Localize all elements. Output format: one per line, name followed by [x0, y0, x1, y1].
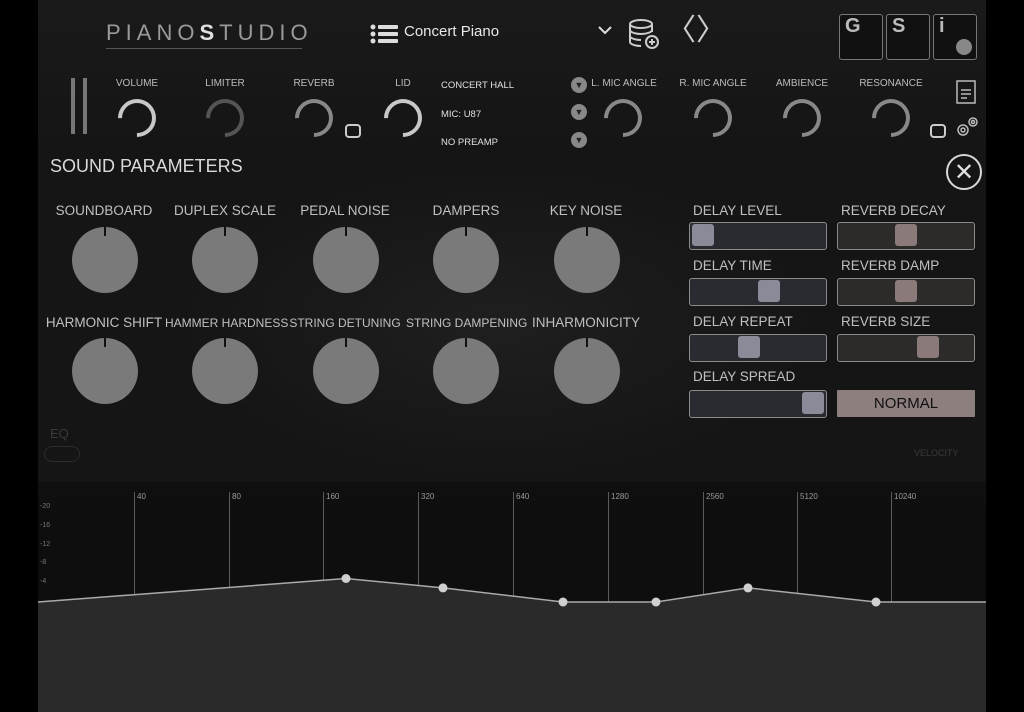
string-detuning-knob[interactable] [313, 338, 379, 404]
slider-thumb[interactable] [802, 392, 824, 414]
hammer-hardness-knob[interactable] [192, 338, 258, 404]
eq-curve-svg[interactable] [38, 482, 986, 712]
key-noise-knob[interactable] [554, 227, 620, 293]
notes-icon[interactable] [956, 80, 976, 109]
reverb-decay-slider[interactable] [837, 222, 975, 250]
logo-underline [106, 48, 302, 49]
reverb-size-slider[interactable] [837, 334, 975, 362]
settings-badge-icon [956, 39, 972, 55]
mic-selector[interactable]: MIC: U87 [441, 109, 481, 120]
pedal-noise-label: PEDAL NOISE [300, 203, 390, 218]
l-mic-angle-label: L. MIC ANGLE [591, 78, 657, 89]
eq-band-node[interactable] [743, 583, 753, 593]
eq-band-node[interactable] [871, 597, 881, 607]
dampers-label: DAMPERS [432, 203, 500, 218]
harmonic-shift-label: HARMONIC SHIFT [45, 315, 163, 330]
eq-graph[interactable]: 40 80 160 320 640 1280 2560 5120 10240 -20 -16 -12-… [38, 482, 986, 712]
delay-spread-label: DELAY SPREAD [693, 369, 796, 384]
harmonic-shift-knob[interactable] [72, 338, 138, 404]
key-noise-label: KEY NOISE [549, 203, 623, 218]
delay-repeat-slider[interactable] [689, 334, 827, 362]
level-meter-left [71, 78, 75, 134]
volume-label: VOLUME [115, 78, 159, 89]
limiter-knob[interactable] [198, 91, 252, 145]
background-eq-toggle [44, 446, 80, 462]
app-logo: PIANOSTUDIO [106, 20, 313, 45]
string-detuning-label: STRING DETUNING [289, 316, 401, 330]
preset-dropdown-chevron-icon[interactable] [598, 22, 612, 40]
lid-label: LID [395, 78, 411, 89]
r-mic-angle-knob[interactable] [686, 91, 740, 145]
next-preset-button[interactable]: 〉 [696, 16, 726, 46]
lid-knob[interactable] [376, 91, 430, 145]
preset-name[interactable]: Concert Piano [404, 23, 499, 40]
duplex-scale-knob[interactable] [192, 227, 258, 293]
reverb-decay-label: REVERB DECAY [841, 203, 946, 218]
duplex-scale-label: DUPLEX SCALE [173, 203, 277, 218]
preamp-dropdown-icon[interactable]: ▼ [571, 132, 587, 148]
reverb-label: REVERB [293, 78, 335, 89]
delay-level-slider[interactable] [689, 222, 827, 250]
preset-list-icon[interactable] [370, 24, 398, 49]
limiter-label: LIMITER [205, 78, 245, 89]
resonance-toggle[interactable] [930, 124, 946, 138]
string-dampening-label: STRING DAMPENING [406, 316, 528, 330]
l-mic-angle-knob[interactable] [596, 91, 650, 145]
reverb-toggle[interactable] [345, 124, 361, 138]
gear-icon[interactable] [954, 114, 980, 145]
page-title: SOUND PARAMETERS [50, 156, 243, 176]
soundboard-label: SOUNDBOARD [55, 203, 153, 218]
background-eq-label: EQ [50, 426, 69, 441]
pedal-noise-knob[interactable] [313, 227, 379, 293]
inharmonicity-knob[interactable] [554, 338, 620, 404]
delay-time-label: DELAY TIME [693, 258, 772, 273]
reverb-size-label: REVERB SIZE [841, 314, 931, 329]
room-dropdown-icon[interactable]: ▼ [571, 77, 587, 93]
delay-level-label: DELAY LEVEL [693, 203, 782, 218]
slider-thumb[interactable] [758, 280, 780, 302]
reverb-damp-slider[interactable] [837, 278, 975, 306]
delay-time-slider[interactable] [689, 278, 827, 306]
volume-knob[interactable] [110, 91, 164, 145]
eq-band-node[interactable] [558, 597, 568, 607]
slider-thumb[interactable] [895, 280, 917, 302]
slider-thumb[interactable] [895, 224, 917, 246]
hammer-hardness-label: HAMMER HARDNESS [165, 316, 289, 330]
soundboard-knob[interactable] [72, 227, 138, 293]
ambience-knob[interactable] [775, 91, 829, 145]
level-meter-right [83, 78, 87, 134]
string-dampening-knob[interactable] [433, 338, 499, 404]
delay-repeat-label: DELAY REPEAT [693, 314, 793, 329]
prev-preset-button[interactable]: 〈 [666, 16, 696, 46]
background-velocity-label: VELOCITY [914, 448, 959, 458]
mic-dropdown-icon[interactable]: ▼ [571, 104, 587, 120]
ambience-label: AMBIENCE [775, 78, 829, 89]
slider-thumb[interactable] [692, 224, 714, 246]
close-icon[interactable]: ✕ [946, 154, 982, 190]
slider-thumb[interactable] [738, 336, 761, 358]
eq-band-node[interactable] [438, 583, 448, 593]
info-button[interactable]: i [933, 14, 977, 60]
preamp-selector[interactable]: NO PREAMP [441, 137, 498, 148]
resonance-label: RESONANCE [859, 78, 923, 89]
slider-thumb[interactable] [917, 336, 939, 358]
room-selector[interactable]: CONCERT HALL [441, 80, 514, 91]
reverb-damp-label: REVERB DAMP [841, 258, 940, 273]
dampers-knob[interactable] [433, 227, 499, 293]
delay-spread-slider[interactable] [689, 390, 827, 418]
reverb-knob[interactable] [287, 91, 341, 145]
eq-band-node[interactable] [651, 597, 661, 607]
g-button[interactable]: G [839, 14, 883, 60]
r-mic-angle-label: R. MIC ANGLE [679, 78, 747, 89]
header-bar: PIANOSTUDIO Concert Piano 〈 〉 G S i VOLU… [38, 0, 986, 148]
database-add-icon[interactable] [628, 18, 662, 55]
eq-band-node[interactable] [341, 574, 351, 583]
s-button[interactable]: S [886, 14, 930, 60]
normal-mode-button[interactable]: NORMAL [837, 390, 975, 417]
inharmonicity-label: INHARMONICITY [532, 315, 640, 330]
resonance-knob[interactable] [864, 91, 918, 145]
piano-studio-window: PIANOSTUDIO Concert Piano 〈 〉 G S i VOLU… [38, 0, 986, 712]
